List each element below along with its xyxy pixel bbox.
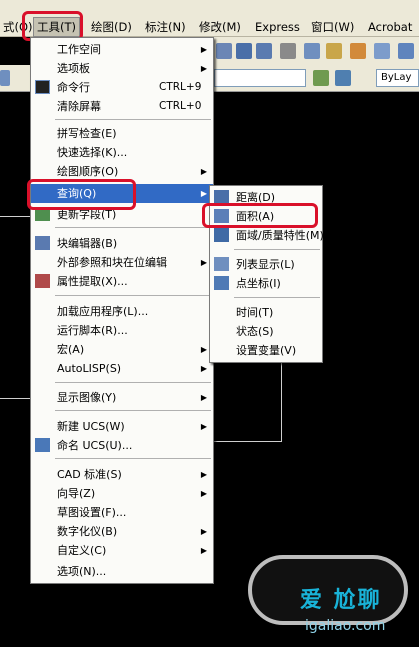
menu-separator [55, 410, 211, 411]
submenu-arrow-icon: ▶ [200, 546, 207, 555]
submenu-arrow-icon: ▶ [200, 364, 207, 373]
menu-dimension[interactable]: 标注(N) [142, 18, 189, 36]
named-ucs-icon [35, 438, 50, 452]
submenu-item-set-variable[interactable]: 设置变量(V) [210, 341, 322, 360]
id-point-icon [214, 276, 229, 290]
standard-toolbar [210, 37, 419, 66]
menu-item-tablet[interactable]: 数字化仪(B) ▶ [31, 522, 213, 541]
submenu-item-list[interactable]: 列表显示(L) [210, 255, 322, 274]
menu-item-clean-screen[interactable]: 清除屏幕 CTRL+0 [31, 97, 213, 116]
menu-item-customize[interactable]: 自定义(C) ▶ [31, 541, 213, 560]
region-mass-icon [214, 228, 229, 242]
inquiry-submenu: 距离(D) 面积(A) 面域/质量特性(M) 列表显示(L) 点坐标(I) 时间… [209, 185, 324, 363]
watermark-url: igaliao.com [305, 618, 386, 634]
submenu-arrow-icon: ▶ [200, 258, 207, 267]
attribute-extract-icon [35, 274, 50, 288]
sheet-set-icon[interactable] [350, 43, 366, 59]
menu-item-display-image[interactable]: 显示图像(Y) ▶ [31, 388, 213, 407]
menu-bar: 式(O) 工具(T) 绘图(D) 标注(N) 修改(M) Express 窗口(… [0, 0, 419, 37]
properties-icon[interactable] [280, 43, 296, 59]
menu-item-workspaces[interactable]: 工作空间 ▶ [31, 40, 213, 59]
menu-draw[interactable]: 绘图(D) [88, 18, 135, 36]
menu-item-xref-in-place[interactable]: 外部参照和块在位编辑 ▶ [31, 253, 213, 272]
tools-menu: 工作空间 ▶ 选项板 ▶ 命令行 CTRL+9 清除屏幕 CTRL+0 拼写检查(E) … [30, 37, 214, 584]
submenu-item-distance[interactable]: 距离(D) [210, 188, 322, 207]
menu-item-autolisp[interactable]: AutoLISP(S) ▶ [31, 359, 213, 378]
menu-item-draw-order[interactable]: 绘图顺序(O) ▶ [31, 162, 213, 181]
area-icon [214, 209, 229, 223]
cad-line [281, 363, 282, 441]
layer-states-icon[interactable] [335, 70, 351, 86]
menu-item-wizards[interactable]: 向导(Z) ▶ [31, 484, 213, 503]
color-combo[interactable]: ByLay [376, 69, 419, 87]
menu-item-macro[interactable]: 宏(A) ▶ [31, 340, 213, 359]
submenu-arrow-icon: ▶ [200, 45, 207, 54]
menu-item-block-editor[interactable]: 块编辑器(B) [31, 234, 213, 253]
submenu-arrow-icon: ▶ [200, 489, 207, 498]
block-editor-icon [35, 236, 50, 250]
menu-acrobat[interactable]: Acrobat [365, 18, 415, 36]
menu-modify[interactable]: 修改(M) [196, 18, 244, 36]
submenu-item-id-point[interactable]: 点坐标(I) [210, 274, 322, 293]
watermark-text: 爱 尬聊 [300, 588, 382, 613]
menu-separator [234, 297, 320, 298]
submenu-arrow-icon: ▶ [200, 527, 207, 536]
layer-previous-icon[interactable] [313, 70, 329, 86]
distance-icon [214, 190, 229, 204]
pan-icon[interactable] [216, 43, 232, 59]
submenu-item-area[interactable]: 面积(A) [210, 207, 322, 226]
zoom-icon[interactable] [236, 43, 252, 59]
submenu-item-region-mass[interactable]: 面域/质量特性(M) [210, 226, 324, 245]
menu-item-update-fields[interactable]: 更新字段(T) [31, 205, 213, 224]
menu-item-spelling[interactable]: 拼写检查(E) [31, 124, 213, 143]
list-icon [214, 257, 229, 271]
menu-separator [55, 295, 211, 296]
submenu-arrow-icon: ▶ [200, 422, 207, 431]
menu-separator [234, 249, 320, 250]
cad-line [0, 216, 30, 217]
menu-item-new-ucs[interactable]: 新建 UCS(W) ▶ [31, 417, 213, 436]
layer-icon[interactable] [0, 70, 10, 86]
submenu-item-time[interactable]: 时间(T) [210, 303, 322, 322]
submenu-arrow-icon: ▶ [200, 393, 207, 402]
layer-combo[interactable] [214, 69, 306, 87]
menu-tools[interactable]: 工具(T) [33, 17, 80, 37]
cad-line [0, 398, 30, 399]
menu-item-palettes[interactable]: 选项板 ▶ [31, 59, 213, 78]
menu-window[interactable]: 窗口(W) [308, 18, 357, 36]
submenu-arrow-icon: ▶ [200, 64, 207, 73]
markup-icon[interactable] [374, 43, 390, 59]
menu-separator [55, 119, 211, 120]
color-combo-value: ByLay [381, 72, 412, 83]
menu-format[interactable]: 式(O) [0, 18, 36, 36]
menu-item-attribute-extract[interactable]: 属性提取(X)... [31, 272, 213, 291]
submenu-arrow-icon: ▶ [200, 167, 207, 176]
command-line-icon [35, 80, 50, 94]
submenu-arrow-icon: ▶ [200, 345, 207, 354]
submenu-item-status[interactable]: 状态(S) [210, 322, 322, 341]
menu-express[interactable]: Express [252, 18, 303, 36]
menu-separator [55, 227, 211, 228]
menu-item-drafting-settings[interactable]: 草图设置(F)... [31, 503, 213, 522]
calculator-icon[interactable] [398, 43, 414, 59]
design-center-icon[interactable] [304, 43, 320, 59]
menu-item-command-line[interactable]: 命令行 CTRL+9 [31, 78, 213, 97]
menu-item-named-ucs[interactable]: 命名 UCS(U)... [31, 436, 213, 455]
menu-item-run-script[interactable]: 运行脚本(R)... [31, 321, 213, 340]
update-fields-icon [35, 207, 50, 221]
menu-item-cad-standards[interactable]: CAD 标准(S) ▶ [31, 465, 213, 484]
menu-item-inquiry[interactable]: 查询(Q) ▶ [31, 184, 213, 203]
submenu-arrow-icon: ▶ [200, 189, 207, 198]
tool-palettes-icon[interactable] [326, 43, 342, 59]
zoom-window-icon[interactable] [256, 43, 272, 59]
submenu-arrow-icon: ▶ [200, 470, 207, 479]
cad-line [214, 441, 282, 442]
menu-separator [55, 458, 211, 459]
menu-item-quick-select[interactable]: 快速选择(K)... [31, 143, 213, 162]
menu-separator [55, 382, 211, 383]
menu-item-load-application[interactable]: 加载应用程序(L)... [31, 302, 213, 321]
menu-item-options[interactable]: 选项(N)... [31, 562, 213, 581]
